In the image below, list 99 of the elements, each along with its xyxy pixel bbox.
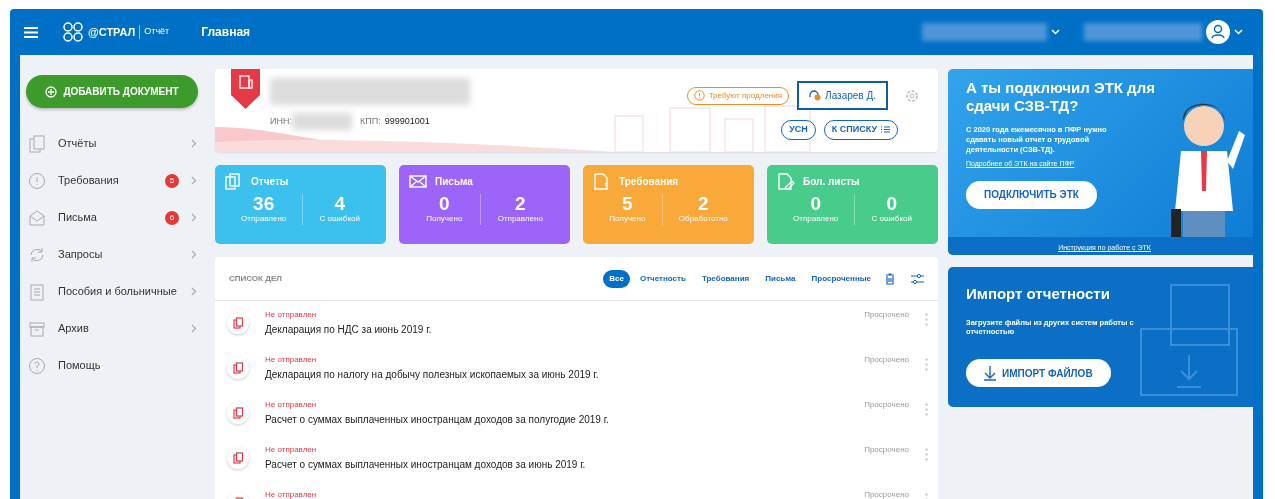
- count-badge: 6: [165, 210, 179, 225]
- stat-value: 0: [885, 194, 898, 213]
- chevron-right-icon: [191, 250, 197, 259]
- more-vertical-icon[interactable]: [925, 403, 928, 416]
- redacted-block: [291, 113, 352, 130]
- trash-icon[interactable]: [885, 272, 895, 285]
- due-status: Просрочено: [864, 354, 909, 366]
- stat-label: Получено: [608, 213, 647, 225]
- question-circle-icon: [28, 356, 46, 375]
- sidebar-item-label: Пособия и больничные: [58, 284, 178, 300]
- envelope-icon: [28, 208, 46, 227]
- documents-icon: [28, 134, 46, 153]
- menu-icon[interactable]: [24, 26, 38, 38]
- add-document-button[interactable]: ДОБАВИТЬ ДОКУМЕНТ: [26, 75, 198, 108]
- due-status: Просрочено: [864, 444, 909, 456]
- task-status: Не отправлен: [265, 309, 318, 321]
- filter-sliders-icon[interactable]: [911, 273, 924, 284]
- task-title[interactable]: Декларация по налогу на добычу полезных ископаемых за июнь 2019 г.: [265, 367, 865, 382]
- count-badge: 5: [165, 173, 179, 188]
- kpp-value: 999901001: [384, 114, 430, 128]
- more-vertical-icon[interactable]: [925, 448, 928, 461]
- stat-value: 4: [333, 194, 346, 213]
- chevron-down-icon[interactable]: [1234, 29, 1243, 35]
- stat-title: Требования: [619, 175, 679, 189]
- plus-circle-icon: [45, 85, 58, 98]
- stat-value: 5: [621, 194, 634, 213]
- exclamation-circle-icon: [693, 90, 705, 101]
- chevron-right-icon: [191, 139, 197, 148]
- chevron-right-icon: [191, 213, 197, 222]
- to-list-button[interactable]: К СПИСКУ: [823, 120, 898, 140]
- stat-title: Письма: [435, 175, 473, 189]
- task-title[interactable]: Декларация по НДС за июнь 2019 г.: [265, 322, 865, 337]
- chevron-right-icon: [191, 287, 197, 296]
- sidebar-item-label: Письма: [58, 210, 98, 226]
- task-status: Не отправлен: [265, 444, 318, 456]
- due-status: Просрочено: [864, 489, 909, 499]
- filter-tab[interactable]: Отчетность: [633, 269, 692, 288]
- chevron-right-icon: [191, 324, 197, 333]
- product-name: Отчёт: [144, 25, 170, 39]
- import-title: Импорт отчетности: [966, 284, 1111, 304]
- stat-label: Получено: [425, 213, 464, 225]
- user-button[interactable]: Лазарев Д.: [797, 81, 888, 110]
- document-pen-icon: [777, 173, 795, 190]
- stat-title: Бол. листы: [803, 175, 860, 189]
- more-vertical-icon[interactable]: [925, 313, 928, 326]
- stat-value: 2: [513, 194, 527, 213]
- task-status: Не отправлен: [265, 489, 318, 499]
- sidebar-item-label: Помощь: [58, 358, 102, 374]
- task-title[interactable]: Расчет о суммах выплаченных иностранцам доходов за июнь 2019 г.: [265, 457, 865, 472]
- sidebar-item-label: Запросы: [58, 247, 104, 263]
- chevron-down-icon[interactable]: [1051, 29, 1060, 35]
- envelope-icon: [409, 173, 427, 190]
- more-vertical-icon[interactable]: [925, 358, 928, 371]
- sidebar-item-label: Отчёты: [58, 136, 98, 152]
- page-title: Главная: [201, 24, 251, 41]
- download-icon: [984, 365, 996, 381]
- stat-label: Обработотно: [677, 213, 729, 225]
- stat-label: С ошибкой: [318, 213, 361, 225]
- chevron-right-icon: [191, 176, 197, 185]
- promo-title: А ты подключил ЭТК для сдачи СЗВ-ТД?: [966, 79, 1156, 115]
- stat-value: 36: [252, 194, 276, 213]
- filter-tab[interactable]: Все: [603, 269, 630, 288]
- stat-title: Отчеты: [251, 175, 289, 189]
- import-files-button[interactable]: ИМПОРТ ФАЙЛОВ: [966, 359, 1111, 387]
- filter-tab[interactable]: Письма: [759, 269, 802, 288]
- inn-label: ИНН:: [270, 114, 292, 128]
- logo-icon: [62, 22, 84, 42]
- due-status: Просрочено: [864, 309, 909, 321]
- task-title[interactable]: Расчет о суммах выплаченных иностранцам доходов за полугодие 2019 г.: [265, 412, 865, 427]
- user-avatar-icon[interactable]: [1206, 20, 1230, 44]
- settings-icon[interactable]: [904, 87, 920, 104]
- connect-etk-button[interactable]: ПОДКЛЮЧИТЬ ЭТК: [966, 180, 1097, 209]
- archive-box-icon: [28, 319, 46, 338]
- stat-label: Отправлено: [792, 213, 840, 225]
- exclamation-circle-icon: [28, 171, 46, 190]
- filter-tab[interactable]: Требования: [695, 269, 756, 288]
- filter-tab[interactable]: Просроченные: [805, 269, 877, 288]
- headset-alert-icon: [809, 90, 822, 101]
- document-alert-icon: [593, 173, 611, 190]
- documents-icon: [225, 173, 243, 190]
- task-list-title: СПИСОК ДЕЛ: [229, 272, 282, 285]
- list-icon: [881, 126, 890, 134]
- stat-value: 0: [809, 194, 822, 213]
- due-status: Просрочено: [864, 399, 909, 411]
- logo-text: @СТРАЛ: [88, 24, 136, 40]
- refresh-icon: [28, 245, 46, 264]
- stat-value: 0: [437, 194, 451, 213]
- stat-label: Отправлено: [240, 213, 288, 225]
- sidebar-item-label: Архив: [58, 321, 90, 337]
- task-status: Не отправлен: [265, 354, 318, 366]
- clipboard-icon: [28, 282, 46, 301]
- stat-value: 2: [697, 194, 710, 213]
- stat-label: С ошибкой: [870, 213, 913, 225]
- stat-card[interactable]: Письма 0 Получено 2 Отправлено: [399, 165, 570, 244]
- task-status: Не отправлен: [265, 399, 318, 411]
- kpp-label: КПП:: [359, 114, 381, 128]
- stat-label: Отправлено: [496, 213, 544, 225]
- sidebar-item-label: Требования: [58, 173, 120, 189]
- tax-regime-tag[interactable]: УСН: [781, 120, 816, 140]
